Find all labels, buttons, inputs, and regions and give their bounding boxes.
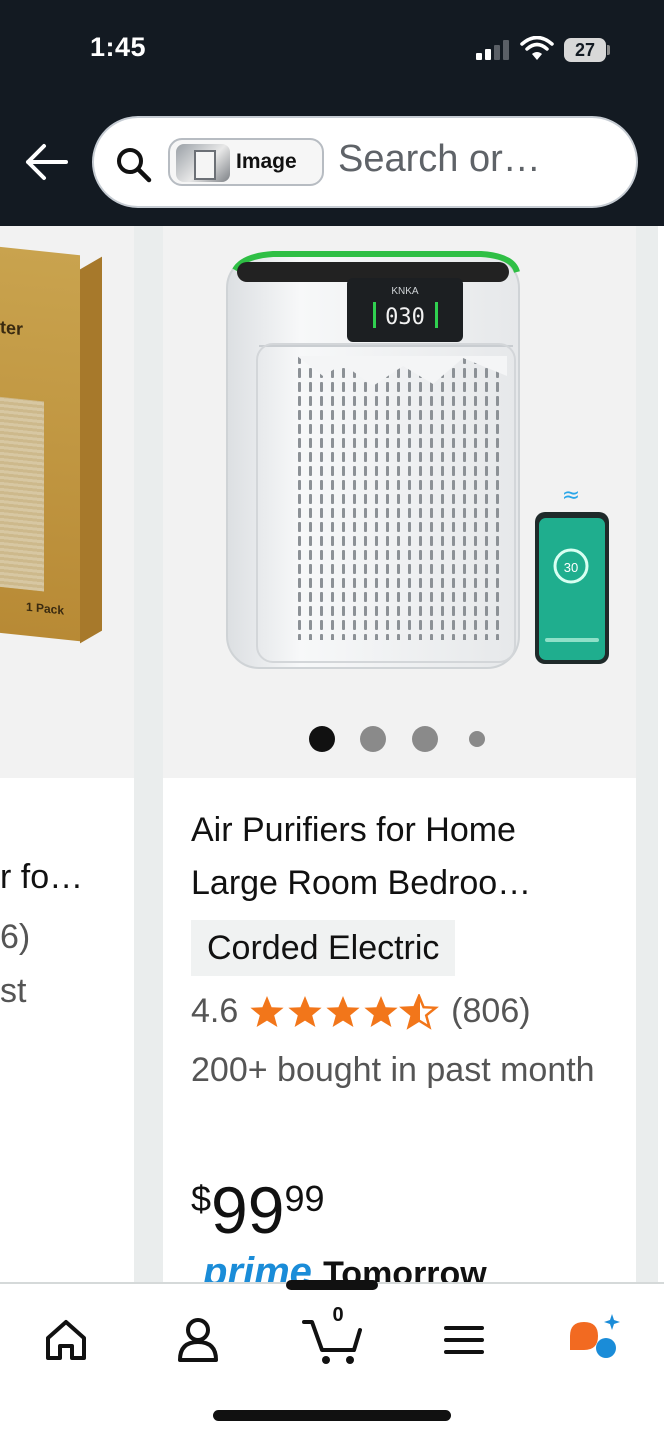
product-card-next[interactable] [658,226,664,1284]
filter-panel [0,395,44,592]
image-thumbnail [176,144,230,182]
cart-count-badge: 0 [332,1304,344,1326]
pagination-dot[interactable] [469,731,485,747]
box-pack-label: 1 Pack [26,599,65,618]
svg-text:≈: ≈ [562,483,580,508]
status-time: 1:45 [90,32,147,62]
product-image-previous[interactable]: ter 1 Pack [0,226,134,778]
back-arrow-icon[interactable] [22,140,70,184]
product-card[interactable]: KNKA 030 ≈ 30 Air Purifiers for Home Lar… [163,226,636,1284]
pagination-dot[interactable] [360,726,386,752]
product-card-previous[interactable]: ter 1 Pack r fo… 6) st [0,226,134,1284]
brand-label: KNKA [391,286,419,297]
power-source-badge: Corded Electric [191,920,456,976]
price-whole: 99 [211,1173,285,1247]
phone-readout: 30 [564,560,578,575]
menu-icon[interactable] [434,1310,494,1370]
battery-indicator: 27 [564,38,606,62]
product-title[interactable]: Air Purifiers for Home Large Room Bedroo… [191,804,611,910]
bought-fragment: st [0,972,27,1010]
rufus-icon[interactable] [564,1310,624,1370]
drag-handle[interactable] [286,1280,378,1290]
image-search-chip[interactable]: Image [168,138,324,186]
prime-delivery: prime Tomorrow [203,1250,487,1284]
home-indicator [213,1410,451,1421]
cellular-signal-icon [476,40,510,60]
header: 1:45 27 Image Search or… [0,0,664,226]
filter-box-side [80,256,102,644]
search-icon[interactable] [114,145,154,185]
price-symbol: $ [191,1178,212,1219]
filter-box-image: ter 1 Pack [0,244,80,642]
search-bar[interactable]: Image Search or… [92,116,638,208]
search-input[interactable]: Search or… [338,138,541,181]
star-rating-icon [250,994,437,1028]
wifi-icon [520,36,554,60]
box-text: ter [0,316,24,340]
bought-recently-text: 200+ bought in past month [191,1051,595,1089]
image-pagination[interactable] [163,726,636,756]
product-title-fragment[interactable]: r fo… [0,858,83,897]
account-icon[interactable] [168,1310,228,1370]
battery-tip [607,45,610,55]
price-fraction: 99 [284,1178,325,1219]
pagination-dot[interactable] [412,726,438,752]
price: $9999 [191,1172,325,1248]
prime-logo: prime [203,1250,312,1284]
review-count[interactable]: (806) [451,992,530,1030]
results-carousel[interactable]: ter 1 Pack r fo… 6) st KNKA 030 ≈ 30 Air… [0,226,664,1284]
home-icon[interactable] [36,1310,96,1370]
display-readout: 030 [385,305,425,330]
pagination-dot[interactable] [309,726,335,752]
rating-value: 4.6 [191,992,239,1030]
image-chip-label: Image [236,150,297,173]
air-purifier-image: KNKA 030 ≈ 30 [226,251,609,669]
rating-row[interactable]: 4.6 (806) [191,992,531,1042]
review-count-fragment: 6) [0,918,31,956]
product-image[interactable]: KNKA 030 ≈ 30 [163,226,636,778]
